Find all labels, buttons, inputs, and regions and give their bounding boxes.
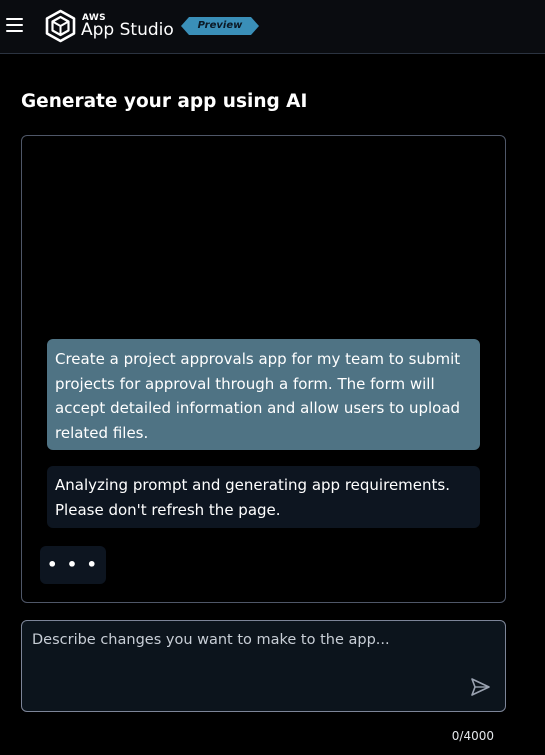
preview-badge-label: Preview (197, 20, 243, 31)
brand-name: App Studio (81, 20, 174, 40)
typing-indicator: • • • (40, 546, 106, 584)
assistant-status-message: Analyzing prompt and generating app requ… (47, 466, 480, 528)
prompt-composer (21, 620, 506, 712)
chat-panel: Create a project approvals app for my te… (21, 135, 506, 603)
top-bar: AWS App Studio Preview (0, 0, 545, 54)
prompt-input[interactable] (22, 621, 505, 711)
character-count: 0/4000 (451, 729, 494, 743)
preview-badge: Preview (181, 17, 259, 35)
send-icon[interactable] (469, 676, 491, 698)
user-prompt-message: Create a project approvals app for my te… (47, 339, 480, 450)
page-title: Generate your app using AI (21, 91, 308, 112)
hamburger-menu-icon[interactable] (6, 14, 26, 36)
app-studio-logo-icon (45, 9, 76, 43)
